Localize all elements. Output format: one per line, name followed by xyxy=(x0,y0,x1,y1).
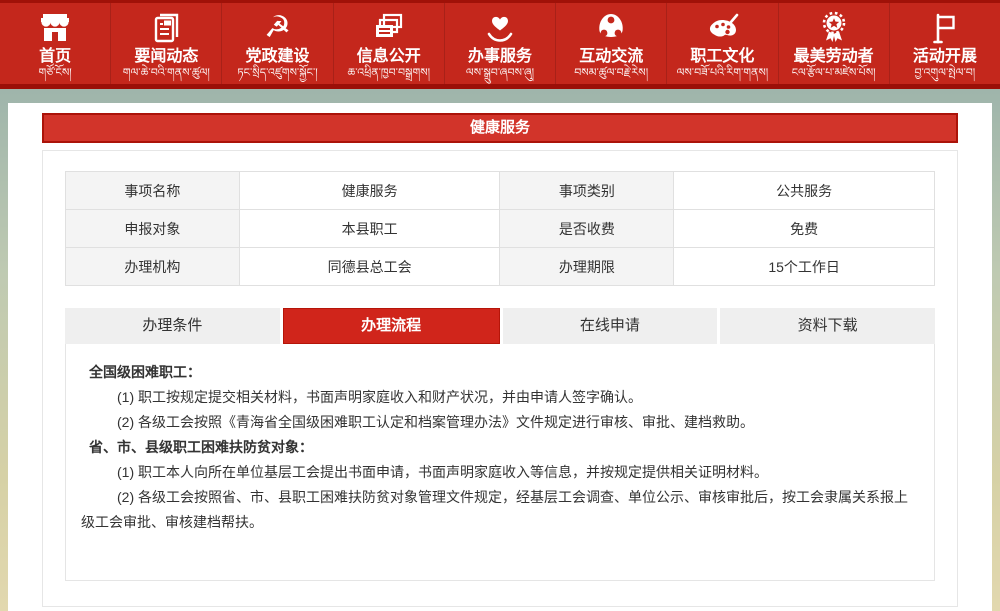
nav-item-party-building[interactable]: ☭ 党政建设 ཏང་སྲིད་འཛུགས་སྐྱོང་། xyxy=(222,3,333,84)
nav-tibetan-label: གལ་ཆེ་བའི་གནས་ཚུལ། xyxy=(111,66,221,80)
nav-label: 要闻动态 xyxy=(111,47,221,66)
service-info-table: 事项名称 健康服务 事项类别 公共服务 申报对象 本县职工 是否收费 免费 办理… xyxy=(65,171,935,286)
info-label-agency: 办理机构 xyxy=(66,248,240,286)
nav-label: 最美劳动者 xyxy=(779,47,889,66)
nav-label: 信息公开 xyxy=(334,47,444,66)
info-value-agency: 同德县总工会 xyxy=(239,248,500,286)
section-item: (1) 职工本人向所在单位基层工会提出书面申请，书面声明家庭收入等信息，并按规定… xyxy=(81,460,919,485)
nav-tibetan-label: ངལ་རྩོལ་པ་མཛེས་པོས། xyxy=(779,66,889,80)
nav-label: 互动交流 xyxy=(556,47,666,66)
heart-hand-icon xyxy=(445,9,555,47)
nav-item-worker-culture[interactable]: 职工文化 ལས་བཟོ་པའི་རིག་གནས། xyxy=(667,3,778,84)
info-value-applicant: 本县职工 xyxy=(239,210,500,248)
nav-tibetan-label: ལས་སྒྲུབ་ཞབས་ཞུ། xyxy=(445,66,555,80)
medal-icon xyxy=(779,9,889,47)
newspaper-icon xyxy=(111,9,221,47)
info-label-item-name: 事项名称 xyxy=(66,172,240,210)
nav-item-activities[interactable]: 活动开展 བྱ་འགུལ་སྤེལ་བ། xyxy=(890,3,1000,84)
share-network-icon xyxy=(556,9,666,47)
nav-item-services[interactable]: 办事服务 ལས་སྒྲུབ་ཞབས་ཞུ། xyxy=(445,3,556,84)
palette-icon xyxy=(667,9,777,47)
nav-item-home[interactable]: 首页 གཙོ་ངོས། xyxy=(0,3,111,84)
nav-tibetan-label: བྱ་འགུལ་སྤེལ་བ། xyxy=(890,66,1000,80)
info-label-item-category: 事项类别 xyxy=(500,172,674,210)
tab-content-process: 全国级困难职工： (1) 职工按规定提交相关材料，书面声明家庭收入和财产状况，并… xyxy=(65,344,935,581)
info-value-item-name: 健康服务 xyxy=(239,172,500,210)
page-content-wrapper: 健康服务 事项名称 健康服务 事项类别 公共服务 申报对象 本县职工 是否收费 … xyxy=(8,103,992,611)
nav-label: 办事服务 xyxy=(445,47,555,66)
detail-tabs: 办理条件 办理流程 在线申请 资料下载 xyxy=(65,308,935,344)
nav-item-info-disclosure[interactable]: 信息公开 ཆ་འཕྲིན་ཁྱབ་བསྒྲགས། xyxy=(334,3,445,84)
nav-item-news[interactable]: 要闻动态 གལ་ཆེ་བའི་གནས་ཚུལ། xyxy=(111,3,222,84)
nav-tibetan-label: ཏང་སྲིད་འཛུགས་སྐྱོང་། xyxy=(222,66,332,80)
info-value-fee: 免费 xyxy=(674,210,935,248)
documents-icon xyxy=(334,9,444,47)
tab-downloads[interactable]: 资料下载 xyxy=(720,308,935,344)
info-value-duration: 15个工作日 xyxy=(674,248,935,286)
table-row: 申报对象 本县职工 是否收费 免费 xyxy=(66,210,935,248)
table-row: 办理机构 同德县总工会 办理期限 15个工作日 xyxy=(66,248,935,286)
nav-tibetan-label: བསམ་ཚུལ་བརྗེ་རེས། xyxy=(556,66,666,80)
nav-label: 活动开展 xyxy=(890,47,1000,66)
party-emblem-icon: ☭ xyxy=(222,9,332,47)
section-item: (2) 各级工会按照省、市、县职工困难扶防贫对象管理文件规定，经基层工会调查、单… xyxy=(81,485,919,535)
tab-online-apply[interactable]: 在线申请 xyxy=(503,308,718,344)
section-heading: 省、市、县级职工困难扶防贫对象： xyxy=(81,435,919,460)
info-label-applicant: 申报对象 xyxy=(66,210,240,248)
info-value-item-category: 公共服务 xyxy=(674,172,935,210)
nav-tibetan-label: གཙོ་ངོས། xyxy=(0,66,110,80)
nav-item-interaction[interactable]: 互动交流 བསམ་ཚུལ་བརྗེ་རེས། xyxy=(556,3,667,84)
nav-tibetan-label: ཆ་འཕྲིན་ཁྱབ་བསྒྲགས། xyxy=(334,66,444,80)
main-navbar: 首页 གཙོ་ངོས། 要闻动态 གལ་ཆེ་བའི་གནས་ཚུལ། ☭ 党政… xyxy=(0,0,1000,84)
section-heading: 全国级困难职工： xyxy=(81,360,919,385)
section-item: (1) 职工按规定提交相关材料，书面声明家庭收入和财产状况，并由申请人签字确认。 xyxy=(81,385,919,410)
tab-process[interactable]: 办理流程 xyxy=(283,308,500,344)
nav-label: 首页 xyxy=(0,47,110,66)
tab-conditions[interactable]: 办理条件 xyxy=(65,308,280,344)
nav-tibetan-label: ལས་བཟོ་པའི་རིག་གནས། xyxy=(667,66,777,80)
section-item: (2) 各级工会按照《青海省全国级困难职工认定和档案管理办法》文件规定进行审核、… xyxy=(81,410,919,435)
nav-label: 职工文化 xyxy=(667,47,777,66)
flag-icon xyxy=(890,9,1000,47)
info-label-duration: 办理期限 xyxy=(500,248,674,286)
info-label-fee: 是否收费 xyxy=(500,210,674,248)
table-row: 事项名称 健康服务 事项类别 公共服务 xyxy=(66,172,935,210)
nav-label: 党政建设 xyxy=(222,47,332,66)
navbar-bottom-divider xyxy=(0,84,1000,89)
storefront-icon xyxy=(0,9,110,47)
service-detail-panel: 事项名称 健康服务 事项类别 公共服务 申报对象 本县职工 是否收费 免费 办理… xyxy=(42,150,958,607)
nav-item-model-workers[interactable]: 最美劳动者 ངལ་རྩོལ་པ་མཛེས་པོས། xyxy=(779,3,890,84)
page-title: 健康服务 xyxy=(42,113,958,143)
